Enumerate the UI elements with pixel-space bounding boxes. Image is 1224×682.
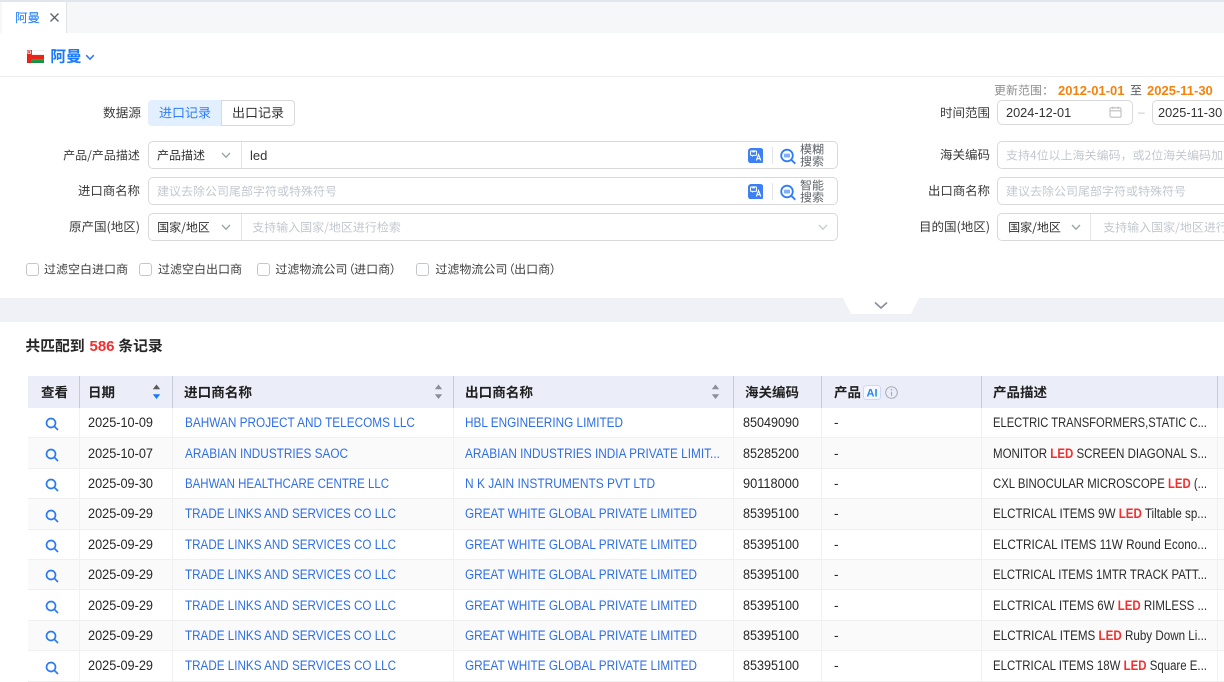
- svg-text:AI: AI: [867, 387, 878, 399]
